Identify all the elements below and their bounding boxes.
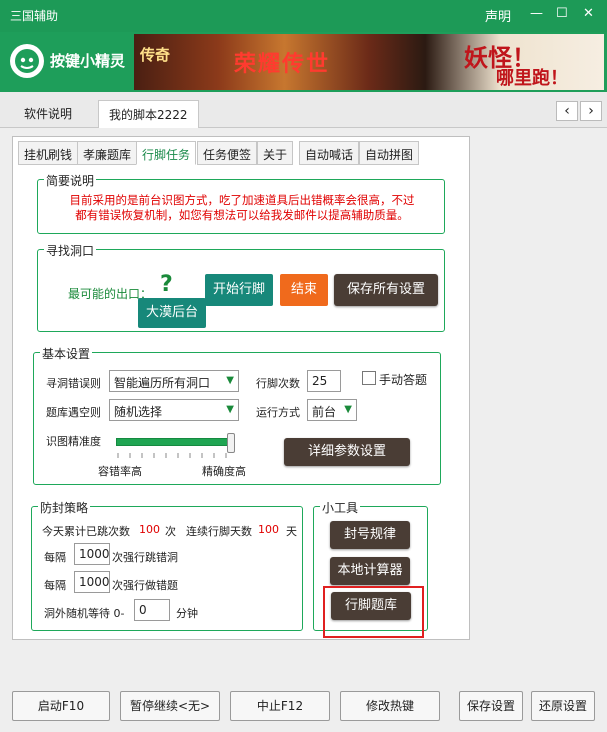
run-mode-select[interactable]: 前台 ▼ (307, 399, 357, 421)
precision-slider-track[interactable] (116, 438, 232, 446)
precision-label: 识图精准度 (46, 435, 101, 448)
error-rule-select[interactable]: 智能遍历所有洞口 ▼ (109, 370, 239, 392)
chevron-down-icon: ▼ (226, 404, 234, 415)
question-icon: ? (160, 272, 173, 297)
subtab-task-notes[interactable]: 任务便签 (197, 141, 258, 165)
save-settings-button[interactable]: 保存设置 (459, 691, 523, 721)
logo-icon (10, 44, 44, 78)
app-header: 按键小精灵 传奇 荣耀传世 妖怪！ 哪里跑！ (0, 32, 607, 92)
today-skip-value: 100 (139, 523, 160, 536)
tab-software-info[interactable]: 软件说明 (14, 100, 82, 128)
start-f10-button[interactable]: 启动F10 (12, 691, 110, 721)
accuracy-label: 精确度高 (202, 465, 246, 478)
every-skip-suffix: 次强行跳错洞 (112, 551, 178, 564)
precision-slider-handle[interactable] (227, 433, 235, 453)
consecutive-unit: 天 (286, 525, 297, 538)
banner-right-text2: 哪里跑！ (496, 68, 568, 89)
run-mode-value: 前台 (312, 405, 337, 419)
summary-group: 简要说明 目前采用的是前台识图方式，吃了加速道具后出错概率会很高，不过 都有错误… (37, 172, 445, 234)
random-wait-prefix: 洞外随机等待 0- (44, 607, 125, 620)
top-tab-bar: 软件说明 我的脚本2222 ‹ › (0, 92, 607, 128)
find-hole-legend: 寻找洞口 (44, 242, 97, 259)
restore-settings-button[interactable]: 还原设置 (531, 691, 595, 721)
save-all-settings-button[interactable]: 保存所有设置 (334, 274, 438, 306)
anti-ban-group: 防封策略 今天累计已跳次数 100 次 连续行脚天数 100 天 每隔 1000… (31, 499, 303, 631)
subtab-auto-shout[interactable]: 自动喊话 (299, 141, 360, 165)
tab-my-script[interactable]: 我的脚本2222 (98, 100, 199, 128)
every-wrong-suffix: 次强行做错题 (112, 579, 178, 592)
minimize-icon[interactable]: — (530, 6, 543, 21)
title-bar: 三国辅助 声明 — ☐ ✕ (0, 0, 607, 32)
today-skip-unit: 次 (165, 525, 176, 538)
change-hotkey-button[interactable]: 修改热键 (340, 691, 440, 721)
find-hole-group: 寻找洞口 最可能的出口： ? 大漠后台 开始行脚 结束 保存所有设置 (37, 242, 445, 332)
bank-empty-label: 题库遇空则 (46, 406, 101, 419)
banner-left-text: 传奇 (140, 46, 171, 64)
banner-title: 荣耀传世 (234, 51, 331, 77)
summary-line-2: 都有错误恢复机制，如您有想法可以给我发邮件以提高辅助质量。 (75, 208, 409, 222)
error-rule-value: 智能遍历所有洞口 (114, 376, 211, 390)
subtab-travel-task[interactable]: 行脚任务 (136, 141, 197, 165)
consecutive-value: 100 (258, 523, 279, 536)
main-panel: 挂机刷钱 孝廉题库 行脚任务 任务便签 关于 自动喊话 自动拼图 简要说明 目前… (12, 136, 470, 640)
random-wait-input[interactable]: 0 (134, 599, 170, 621)
every-skip-prefix: 每隔 (44, 551, 66, 564)
run-mode-label: 运行方式 (256, 406, 300, 419)
start-travel-button[interactable]: 开始行脚 (205, 274, 273, 306)
stop-f12-button[interactable]: 中止F12 (230, 691, 330, 721)
close-icon[interactable]: ✕ (583, 6, 594, 21)
subtab-about[interactable]: 关于 (257, 141, 294, 165)
consecutive-label: 连续行脚天数 (186, 525, 252, 538)
pause-continue-button[interactable]: 暂停继续<无> (120, 691, 220, 721)
manual-answer-label: 手动答题 (379, 373, 428, 387)
logo-text: 按键小精灵 (50, 52, 126, 70)
summary-line-1: 目前采用的是前台识图方式，吃了加速道具后出错概率会很高，不过 (69, 193, 415, 207)
window-title: 三国辅助 (10, 9, 59, 23)
anti-ban-legend: 防封策略 (38, 499, 91, 516)
precision-ticks (117, 453, 227, 458)
today-skip-label: 今天累计已跳次数 (42, 525, 130, 538)
detail-settings-button[interactable]: 详细参数设置 (284, 438, 410, 466)
basic-legend: 基本设置 (40, 345, 93, 362)
subtab-farming[interactable]: 挂机刷钱 (18, 141, 79, 165)
manual-answer-checkbox[interactable] (362, 371, 376, 385)
chevron-down-icon: ▼ (226, 375, 234, 386)
local-calculator-button[interactable]: 本地计算器 (330, 557, 410, 585)
tools-legend: 小工具 (320, 499, 361, 516)
stop-button[interactable]: 结束 (280, 274, 328, 306)
every-wrong-prefix: 每隔 (44, 579, 66, 592)
ban-rule-button[interactable]: 封号规律 (330, 521, 410, 549)
bank-empty-select[interactable]: 随机选择 ▼ (109, 399, 239, 421)
summary-legend: 简要说明 (44, 172, 97, 189)
bank-empty-value: 随机选择 (114, 405, 163, 419)
basic-settings-group: 基本设置 寻洞错误则 智能遍历所有洞口 ▼ 行脚次数 25 手动答题 题库遇空则… (33, 345, 441, 485)
subtab-question-bank[interactable]: 孝廉题库 (77, 141, 138, 165)
tab-next-icon[interactable]: › (580, 101, 602, 121)
error-rule-label: 寻洞错误则 (46, 377, 101, 390)
subtab-auto-puzzle[interactable]: 自动拼图 (359, 141, 420, 165)
wrong-interval-input[interactable]: 1000 (74, 571, 110, 593)
random-wait-suffix: 分钟 (176, 607, 198, 620)
travel-question-bank-button[interactable]: 行脚题库 (331, 592, 411, 620)
count-label: 行脚次数 (256, 377, 300, 390)
skip-interval-input[interactable]: 1000 (74, 543, 110, 565)
tab-prev-icon[interactable]: ‹ (556, 101, 578, 121)
maximize-icon[interactable]: ☐ (556, 6, 568, 21)
exit-value-button[interactable]: 大漠后台 (138, 298, 206, 328)
game-banner[interactable]: 传奇 荣耀传世 妖怪！ 哪里跑！ (134, 34, 604, 90)
count-input[interactable]: 25 (307, 370, 341, 392)
tolerance-label: 容错率高 (98, 465, 142, 478)
chevron-down-icon: ▼ (344, 404, 352, 415)
statement-link[interactable]: 声明 (485, 6, 511, 25)
